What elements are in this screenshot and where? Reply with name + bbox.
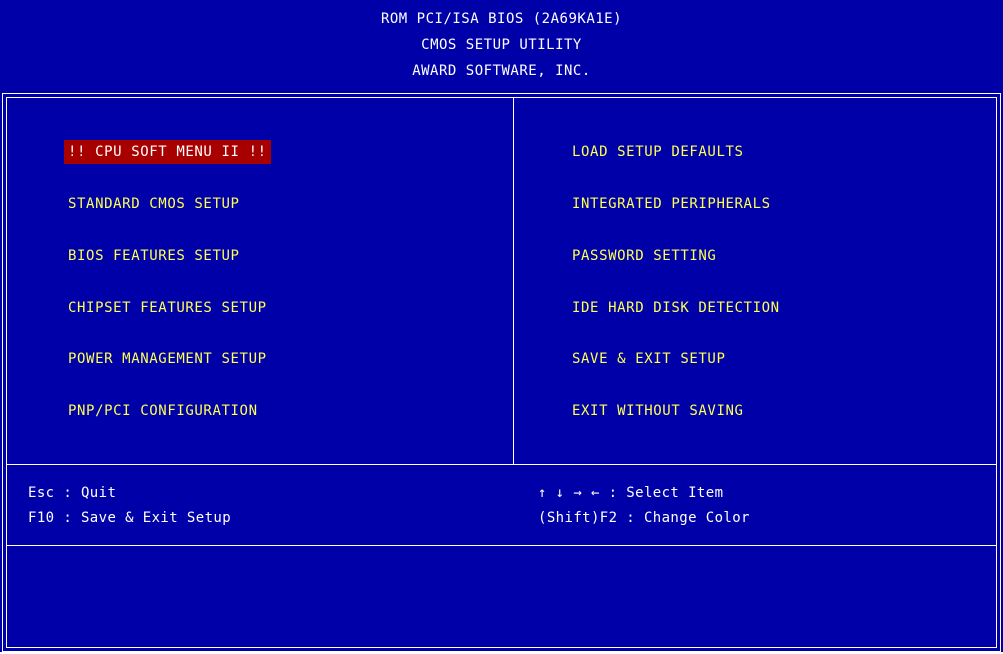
help-f10-save-exit: F10 : Save & Exit Setup	[28, 510, 232, 526]
bios-version-title: ROM PCI/ISA BIOS (2A69KA1E)	[380, 11, 623, 27]
bios-header: ROM PCI/ISA BIOS (2A69KA1E) CMOS SETUP U…	[0, 0, 1003, 92]
help-shift-f2-change-color: (Shift)F2 : Change Color	[538, 510, 750, 526]
vendor-name: AWARD SOFTWARE, INC.	[412, 63, 591, 79]
inner-frame-border	[6, 97, 997, 648]
help-description-divider	[7, 545, 996, 546]
menu-help-divider	[7, 464, 996, 465]
menu-item-cpu-soft-menu[interactable]: !! CPU SOFT MENU II !!	[64, 140, 271, 164]
menu-item-save-and-exit-setup[interactable]: SAVE & EXIT SETUP	[572, 347, 726, 371]
menu-item-standard-cmos-setup[interactable]: STANDARD CMOS SETUP	[68, 192, 240, 216]
help-esc-quit: Esc : Quit	[28, 485, 117, 501]
menu-item-pnp-pci-configuration[interactable]: PNP/PCI CONFIGURATION	[68, 399, 258, 423]
utility-title: CMOS SETUP UTILITY	[421, 37, 582, 53]
menu-item-integrated-peripherals[interactable]: INTEGRATED PERIPHERALS	[572, 192, 771, 216]
menu-item-bios-features-setup[interactable]: BIOS FEATURES SETUP	[68, 244, 240, 268]
bios-screen: ROM PCI/ISA BIOS (2A69KA1E) CMOS SETUP U…	[0, 0, 1003, 652]
menu-column-divider	[513, 98, 514, 465]
menu-item-chipset-features-setup[interactable]: CHIPSET FEATURES SETUP	[68, 296, 267, 320]
menu-item-ide-hard-disk-detection[interactable]: IDE HARD DISK DETECTION	[572, 296, 780, 320]
menu-item-power-management-setup[interactable]: POWER MANAGEMENT SETUP	[68, 347, 267, 371]
menu-item-load-setup-defaults[interactable]: LOAD SETUP DEFAULTS	[572, 140, 744, 164]
help-arrows-select-item: ↑ ↓ → ← : Select Item	[538, 485, 724, 501]
menu-item-exit-without-saving[interactable]: EXIT WITHOUT SAVING	[572, 399, 744, 423]
menu-item-password-setting[interactable]: PASSWORD SETTING	[572, 244, 716, 268]
